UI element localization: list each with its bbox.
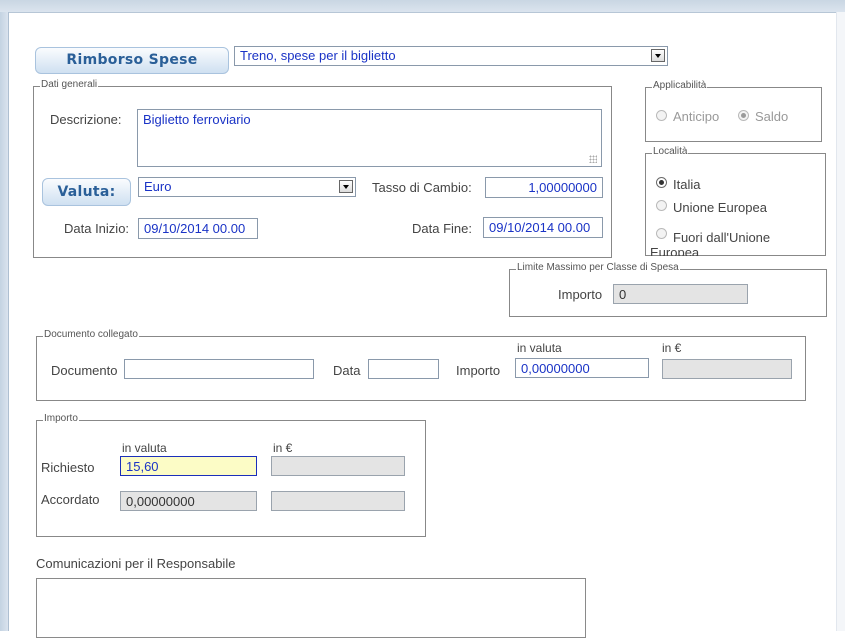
expense-type-select[interactable]: Treno, spese per il biglietto [234, 46, 668, 66]
limite-massimo-legend: Limite Massimo per Classe di Spesa [516, 262, 680, 273]
accordato-valuta-input[interactable]: 0,00000000 [120, 491, 257, 511]
resize-grip-icon[interactable] [589, 155, 597, 163]
applicabilita-group: Applicabilità [645, 80, 822, 142]
documento-data-label: Data [333, 363, 361, 378]
limite-importo-label: Importo [558, 287, 603, 302]
italia-label: Italia [673, 177, 701, 192]
documento-importo-euro-input[interactable] [662, 359, 792, 379]
window-right-gutter [836, 12, 845, 631]
tasso-cambio-label: Tasso di Cambio: [372, 180, 472, 195]
italia-radio[interactable] [656, 177, 667, 188]
descrizione-label: Descrizione: [50, 112, 122, 127]
descrizione-value: Biglietto ferroviario [143, 112, 251, 127]
importo-group: Importo [36, 413, 426, 537]
richiesto-euro-input[interactable] [271, 456, 405, 476]
tasso-cambio-input[interactable]: 1,00000000 [485, 177, 603, 198]
chevron-down-icon[interactable] [651, 49, 665, 62]
fuori-ue-label: Fuori dall'Unione Europea [650, 230, 771, 256]
documento-collegato-legend: Documento collegato [43, 329, 139, 340]
accordato-euro-input[interactable] [271, 491, 405, 511]
window-top-bar [0, 0, 845, 13]
richiesto-label: Richiesto [41, 460, 95, 475]
richiesto-valuta-input[interactable]: 15,60 [120, 456, 257, 476]
window-left-edge [0, 12, 9, 631]
data-inizio-label: Data Inizio: [64, 221, 130, 236]
data-fine-label: Data Fine: [412, 221, 472, 236]
documento-in-valuta-label: in valuta [517, 341, 562, 355]
saldo-radio[interactable] [738, 110, 749, 121]
descrizione-textarea[interactable]: Biglietto ferroviario [137, 109, 602, 167]
valuta-select[interactable]: Euro [138, 177, 356, 197]
unione-europea-label: Unione Europea [673, 200, 767, 215]
expense-type-value: Treno, spese per il biglietto [240, 48, 396, 63]
documento-data-input[interactable] [368, 359, 439, 379]
data-inizio-input[interactable]: 09/10/2014 00.00 [138, 218, 258, 239]
comunicazioni-label: Comunicazioni per il Responsabile [36, 556, 236, 571]
importo-in-euro-label: in € [273, 441, 293, 455]
saldo-label: Saldo [755, 109, 789, 124]
documento-input[interactable] [124, 359, 314, 379]
applicabilita-legend: Applicabilità [652, 80, 708, 91]
anticipo-label: Anticipo [673, 109, 720, 124]
anticipo-radio[interactable] [656, 110, 667, 121]
data-fine-input[interactable]: 09/10/2014 00.00 [483, 217, 603, 238]
importo-in-valuta-label: in valuta [122, 441, 167, 455]
limite-importo-input[interactable]: 0 [613, 284, 748, 304]
documento-in-euro-label: in € [662, 341, 682, 355]
comunicazioni-textarea[interactable] [36, 578, 586, 638]
unione-europea-radio[interactable] [656, 200, 667, 211]
valuta-value: Euro [144, 179, 172, 194]
localita-legend: Località [652, 146, 689, 157]
valuta-button[interactable]: Valuta: [42, 178, 131, 206]
dati-generali-legend: Dati generali [40, 79, 99, 90]
documento-importo-valuta-input[interactable]: 0,00000000 [515, 358, 649, 378]
chevron-down-icon[interactable] [339, 180, 353, 193]
form-title-button[interactable]: Rimborso Spese [35, 47, 229, 74]
documento-label: Documento [51, 363, 118, 378]
documento-importo-label: Importo [456, 363, 501, 378]
importo-legend: Importo [43, 413, 79, 424]
accordato-label: Accordato [41, 492, 100, 507]
